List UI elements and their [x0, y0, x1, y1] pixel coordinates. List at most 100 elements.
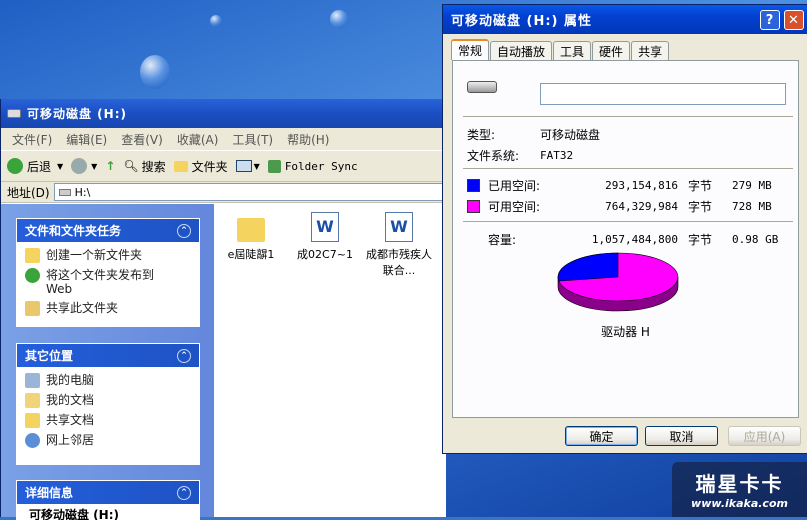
dialog-title-bar[interactable]: 可移动磁盘 (H:) 属性 ? ✕ — [443, 5, 807, 34]
type-label: 类型: — [467, 128, 496, 142]
help-button[interactable]: ? — [760, 10, 780, 30]
capacity-label: 容量: — [488, 233, 517, 247]
volume-label-input[interactable] — [540, 83, 786, 105]
tab-autoplay[interactable]: 自动播放 — [490, 41, 553, 60]
folders-label: 文件夹 — [191, 159, 228, 174]
file-item[interactable]: W 成02C7~1 — [288, 212, 362, 262]
drive-icon-row — [467, 81, 497, 93]
file-tasks-body: 创建一个新文件夹 将这个文件夹发布到 Web 共享此文件夹 — [17, 242, 199, 326]
folder-sync-button[interactable]: Folder Sync — [267, 159, 358, 173]
cancel-button[interactable]: 取消 — [645, 426, 718, 446]
menu-favorites[interactable]: 收藏(A) — [177, 131, 219, 148]
removable-drive-icon — [7, 109, 21, 118]
file-item[interactable]: W 成都市残疾人联合... — [362, 212, 436, 278]
watermark-brand: 瑞星卡卡 — [695, 472, 784, 496]
menu-file[interactable]: 文件(F) — [12, 131, 52, 148]
menu-tools[interactable]: 工具(T) — [232, 131, 273, 148]
task-share-folder[interactable]: 共享此文件夹 — [25, 301, 191, 316]
details-header[interactable]: 详细信息 ⌃ — [17, 481, 199, 504]
tab-sharing[interactable]: 共享 — [631, 41, 670, 60]
water-drop — [210, 15, 222, 27]
other-places-body: 我的电脑 我的文档 共享文档 网上邻居 — [17, 367, 199, 464]
used-unit: 字节 — [688, 179, 713, 193]
capacity-unit: 字节 — [688, 233, 713, 247]
menu-edit[interactable]: 编辑(E) — [66, 131, 107, 148]
dialog-title: 可移动磁盘 (H:) 属性 — [451, 14, 593, 29]
other-places-title: 其它位置 — [25, 349, 74, 363]
drive-name: 驱动器 H — [601, 325, 650, 339]
task-publish-web[interactable]: 将这个文件夹发布到 Web — [25, 268, 191, 296]
free-label: 可用空间: — [488, 200, 541, 214]
collapse-chevron-icon[interactable]: ⌃ — [177, 348, 191, 363]
place-network[interactable]: 网上邻居 — [25, 433, 191, 448]
folders-button[interactable]: 文件夹 — [173, 158, 228, 175]
ikaka-watermark-logo: 瑞星卡卡 www.ikaka.com — [672, 462, 807, 517]
forward-arrow-icon — [71, 158, 88, 174]
divider — [463, 168, 793, 169]
other-places-header[interactable]: 其它位置 ⌃ — [17, 344, 199, 367]
my-documents-icon — [25, 393, 40, 408]
used-label: 已用空间: — [488, 179, 541, 193]
explorer-title: 可移动磁盘 (H:) — [27, 107, 127, 121]
search-label: 搜索 — [141, 159, 166, 174]
folder-sync-label: Folder Sync — [284, 159, 358, 173]
tab-hardware[interactable]: 硬件 — [592, 41, 631, 60]
place-my-documents[interactable]: 我的文档 — [25, 393, 191, 408]
water-drop — [330, 10, 348, 28]
task-publish-web-label: 将这个文件夹发布到 Web — [46, 268, 154, 296]
sync-icon — [267, 159, 281, 173]
close-button[interactable]: ✕ — [784, 10, 804, 30]
address-bar: 地址(D) H:\ — [1, 182, 445, 203]
file-name: e屆陡髜1 — [227, 248, 275, 261]
back-button[interactable]: 后退 ▼ — [7, 158, 63, 175]
chevron-down-icon[interactable]: ▼ — [254, 162, 260, 171]
explorer-window: 可移动磁盘 (H:) 文件(F) 编辑(E) 查看(V) 收藏(A) 工具(T)… — [0, 99, 446, 520]
search-icon: 🔍︎ — [123, 159, 139, 173]
divider — [463, 116, 793, 117]
free-color-swatch — [467, 200, 480, 213]
divider — [463, 221, 793, 222]
back-label: 后退 — [27, 159, 52, 174]
forward-button[interactable]: ▼ — [71, 158, 97, 174]
removable-drive-icon — [58, 188, 71, 196]
apply-button[interactable]: 应用(A) — [728, 426, 801, 446]
file-list: e屆陡髜1 W 成02C7~1 W 成都市残疾人联合... — [214, 204, 446, 517]
free-unit: 字节 — [688, 200, 713, 214]
used-color-swatch — [467, 179, 480, 192]
task-new-folder-label: 创建一个新文件夹 — [46, 248, 143, 262]
general-tab-panel: 类型: 可移动磁盘 文件系统: FAT32 已用空间: 293,154,816 … — [452, 60, 799, 418]
chevron-down-icon[interactable]: ▼ — [57, 162, 63, 171]
menu-help[interactable]: 帮助(H) — [287, 131, 329, 148]
views-button[interactable]: ▼ — [235, 160, 260, 172]
collapse-chevron-icon[interactable]: ⌃ — [177, 485, 191, 500]
task-publish-line1: 将这个文件夹发布到 — [46, 268, 155, 282]
place-my-computer[interactable]: 我的电脑 — [25, 373, 191, 388]
address-input[interactable]: H:\ — [53, 183, 445, 201]
tab-general[interactable]: 常规 — [451, 39, 490, 60]
used-bytes: 293,154,816 — [605, 179, 678, 192]
place-my-computer-label: 我的电脑 — [46, 373, 95, 387]
ok-button[interactable]: 确定 — [565, 426, 638, 446]
filesystem-value: FAT32 — [540, 149, 574, 162]
place-shared-documents[interactable]: 共享文档 — [25, 413, 191, 428]
capacity-row: 容量: 1,057,484,800 字节 0.98 GB — [467, 231, 787, 248]
explorer-title-bar[interactable]: 可移动磁盘 (H:) — [1, 99, 445, 128]
menu-bar: 文件(F) 编辑(E) 查看(V) 收藏(A) 工具(T) 帮助(H) — [1, 128, 445, 150]
folder-icon — [237, 218, 265, 242]
folder-icon — [173, 160, 188, 172]
collapse-chevron-icon[interactable]: ⌃ — [177, 223, 191, 238]
file-tasks-header[interactable]: 文件和文件夹任务 ⌃ — [17, 219, 199, 242]
task-new-folder[interactable]: 创建一个新文件夹 — [25, 248, 191, 263]
up-folder-button[interactable]: ↑ — [105, 159, 115, 173]
place-network-label: 网上邻居 — [46, 433, 95, 447]
tab-tools[interactable]: 工具 — [553, 41, 592, 60]
chevron-down-icon[interactable]: ▼ — [91, 162, 97, 171]
search-button[interactable]: 🔍︎ 搜索 — [123, 158, 165, 175]
menu-view[interactable]: 查看(V) — [121, 131, 163, 148]
free-bytes: 764,329,984 — [605, 200, 678, 213]
tab-strip: 常规 自动播放 工具 硬件 共享 — [451, 39, 670, 60]
task-pane: 文件和文件夹任务 ⌃ 创建一个新文件夹 将这个文件夹发布到Web 共享此文件夹 — [1, 204, 214, 520]
details-title: 详细信息 — [25, 486, 74, 500]
word-doc-icon: W — [385, 212, 413, 242]
file-item[interactable]: e屆陡髜1 — [214, 214, 288, 262]
